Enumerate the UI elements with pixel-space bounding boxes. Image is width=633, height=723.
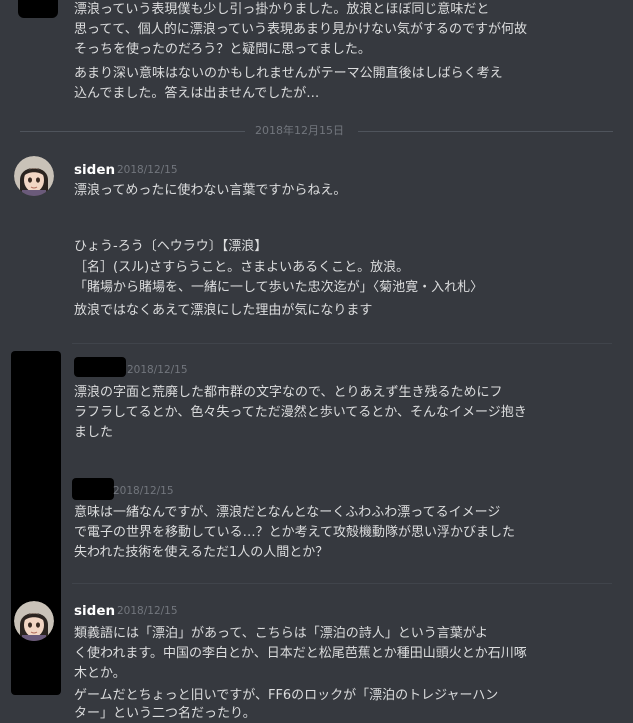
message-timestamp: 2018/12/15: [127, 364, 188, 376]
message-timestamp: 2018/12/15: [117, 605, 178, 617]
message-line: 意味は一緒なんですが、漂浪だとなんとなーくふわふわ漂ってるイメージ: [74, 505, 501, 520]
message-timestamp: 2018/12/15: [117, 164, 178, 176]
message-line: 込んでました。答えは出ませんでしたが…: [74, 86, 320, 101]
message-line: 「賭場から賭場を、一緒に一して歩いた忠次迄が」〈菊池寛・入れ札〉: [74, 280, 484, 295]
divider-line-right: [358, 131, 613, 132]
divider-line-left: [20, 131, 245, 132]
message-line: 放浪ではなくあえて漂浪にした理由が気になります: [74, 303, 373, 318]
message-line: で電子の世界を移動している…？とか考えて攻殻機動隊が思い浮かびました: [74, 525, 515, 540]
message-separator: [72, 343, 612, 344]
message-line: あまり深い意味はないのかもしれませんがテーマ公開直後はしばらく考え: [74, 66, 503, 81]
redacted-avatar-block: [11, 351, 61, 695]
redacted-avatar-top: [18, 0, 58, 18]
author-name[interactable]: siden: [74, 161, 115, 180]
author-name[interactable]: siden: [74, 602, 115, 621]
date-divider-label: 2018年12月15日: [251, 124, 348, 138]
message-line: 類義語には「漂泊」があって、こちらは「漂泊の詩人」という言葉がよ: [74, 626, 489, 641]
message-separator: [72, 583, 612, 584]
message-line: ゲームだとちょっと旧いですが、FF6のロックが「漂泊のトレジャーハン: [74, 688, 499, 703]
message-line: 漂浪の字面と荒廃した都市群の文字なので、とりあえず生き残るためにフ: [74, 385, 503, 400]
redacted-username: [72, 478, 114, 500]
anime-girl-avatar-icon: [14, 156, 54, 196]
message-line: 漂浪ってめったに使わない言葉ですからねえ。: [74, 183, 347, 198]
message-line: 木とか。: [74, 666, 126, 681]
anime-girl-avatar-icon: [14, 601, 54, 641]
anime-girl-avatar-icon[interactable]: [14, 156, 54, 196]
message-line: ひょう-ろう〔ヘウラウ〕【漂浪】: [74, 239, 268, 254]
message-line: ［名］(スル)さすらうこと。さまよいあるくこと。放浪。: [74, 260, 410, 275]
message-line: ラフラしてるとか、色々失ってただ漫然と歩いてるとか、そんなイメージ抱き: [74, 405, 527, 420]
message-line: ました: [74, 425, 114, 440]
message-line: そっちを使ったのだろう？と疑問に思ってました。: [74, 42, 371, 57]
message-line: 失われた技術を使えるただ1人の人間とか？: [74, 545, 329, 560]
anime-girl-avatar-icon[interactable]: [14, 601, 54, 641]
message-line: 思ってて、個人的に漂浪っていう表現あまり見かけない気がするのですが何故: [74, 22, 528, 37]
redacted-username: [74, 357, 126, 377]
message-line: く使われます。中国の李白とか、日本だと松尾芭蕉とか種田山頭火とか石川啄: [74, 646, 527, 661]
message-line: 漂浪っていう表現僕も少し引っ掛かりました。放浪とほぼ同じ意味だと: [74, 2, 490, 17]
message-timestamp: 2018/12/15: [113, 485, 174, 497]
message-line: ター」という二つ名だったり。: [74, 706, 256, 721]
